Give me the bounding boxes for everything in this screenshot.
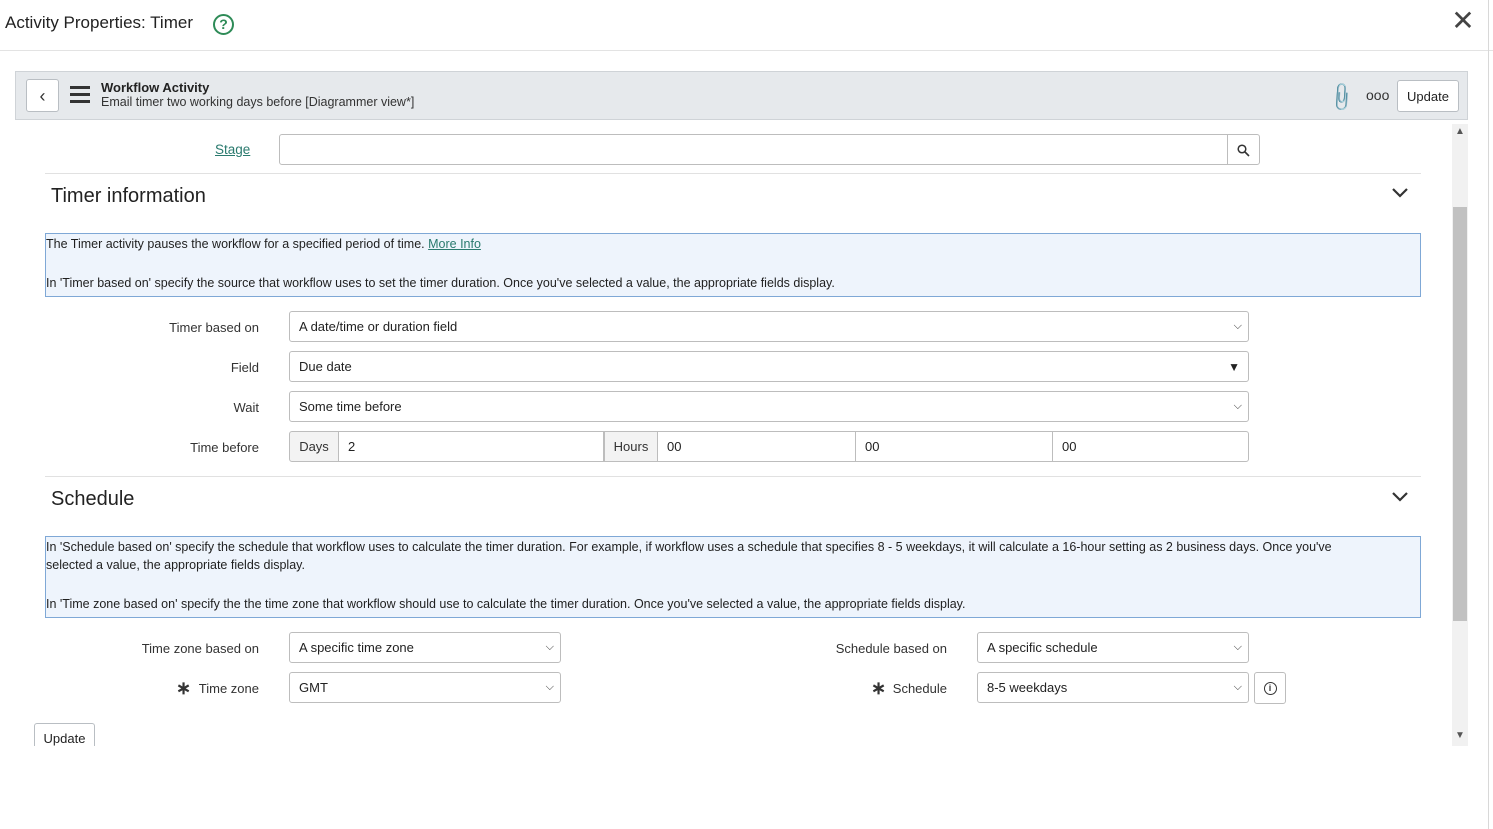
time-zone-label: Time zone	[198, 681, 259, 696]
chevron-down-icon: ⌵	[1233, 320, 1242, 332]
wait-label: Wait	[233, 400, 259, 415]
schedule-info-line1: In 'Schedule based on' specify the sched…	[46, 540, 1332, 554]
field-select[interactable]: Due date ▼	[289, 351, 1249, 382]
section-divider	[45, 173, 1421, 174]
tz-based-on-select[interactable]: A specific time zone ⌵	[289, 632, 561, 663]
schedule-based-on-label: Schedule based on	[835, 641, 947, 656]
timer-collapse-chevron-icon[interactable]	[1390, 186, 1410, 200]
chevron-down-icon: ⌵	[1233, 400, 1242, 412]
days-input[interactable]	[338, 431, 604, 462]
bottom-blank-area	[0, 746, 1488, 829]
chevron-down-icon: ⌵	[545, 681, 554, 693]
timer-info-line1: The Timer activity pauses the workflow f…	[46, 237, 481, 251]
dialog-divider	[0, 50, 1493, 51]
field-label: Field	[230, 360, 259, 375]
schedule-select[interactable]: 8-5 weekdays ⌵	[977, 672, 1249, 703]
section-divider	[45, 476, 1421, 477]
stage-input[interactable]	[279, 134, 1228, 165]
dialog-title: Activity Properties: Timer	[5, 13, 193, 32]
tz-based-on-label: Time zone based on	[141, 641, 259, 656]
time-before-label: Time before	[190, 440, 259, 455]
triangle-down-icon: ▼	[1228, 360, 1240, 374]
search-icon[interactable]	[1227, 134, 1260, 165]
dialog-right-edge	[1488, 0, 1489, 829]
chevron-down-icon: ⌵	[1233, 641, 1242, 653]
help-icon[interactable]: ?	[213, 14, 234, 35]
stage-label-link[interactable]: Stage	[215, 142, 250, 157]
wait-select[interactable]: Some time before ⌵	[289, 391, 1249, 422]
schedule-info-button[interactable]: i	[1254, 672, 1286, 704]
hours-addon: Hours	[604, 431, 658, 462]
form-subtitle: Email timer two working days before [Dia…	[101, 95, 415, 109]
hamburger-menu-icon[interactable]	[70, 86, 90, 104]
timer-info-box: The Timer activity pauses the workflow f…	[45, 233, 1421, 297]
info-icon: i	[1263, 682, 1277, 696]
schedule-collapse-chevron-icon[interactable]	[1390, 490, 1410, 504]
attachment-icon[interactable]: 📎	[1324, 80, 1359, 115]
seconds-input[interactable]	[1052, 431, 1249, 462]
chevron-down-icon: ⌵	[545, 641, 554, 653]
minutes-input[interactable]	[855, 431, 1053, 462]
scroll-up-icon[interactable]: ▲	[1452, 126, 1468, 140]
schedule-label: Schedule	[892, 681, 947, 696]
header-update-button[interactable]: Update	[1397, 80, 1459, 112]
schedule-info-line1b: selected a value, the appropriate fields…	[46, 558, 305, 572]
form-header: ‹ Workflow Activity Email timer two work…	[15, 71, 1468, 120]
schedule-based-on-select[interactable]: A specific schedule ⌵	[977, 632, 1249, 663]
chevron-down-icon: ⌵	[1233, 681, 1242, 693]
days-addon: Days	[289, 431, 339, 462]
timer-based-on-select[interactable]: A date/time or duration field ⌵	[289, 311, 1249, 342]
hours-input[interactable]	[657, 431, 856, 462]
scroll-down-icon[interactable]: ▼	[1452, 730, 1468, 744]
schedule-info-box: In 'Schedule based on' specify the sched…	[45, 536, 1421, 618]
timer-section-title: Timer information	[51, 185, 206, 207]
timer-info-line2: In 'Timer based on' specify the source t…	[46, 276, 835, 290]
scrollbar-thumb[interactable]	[1453, 207, 1467, 621]
close-icon[interactable]: ✕	[1451, 6, 1475, 36]
time-zone-select[interactable]: GMT ⌵	[289, 672, 561, 703]
schedule-info-line2: In 'Time zone based on' specify the the …	[46, 597, 966, 611]
schedule-section-title: Schedule	[51, 488, 135, 510]
back-button[interactable]: ‹	[26, 79, 59, 112]
more-options-icon[interactable]: ooo	[1366, 87, 1389, 103]
timer-based-on-label: Timer based on	[169, 320, 259, 335]
more-info-link[interactable]: More Info	[428, 237, 481, 251]
form-title: Workflow Activity	[101, 80, 210, 95]
